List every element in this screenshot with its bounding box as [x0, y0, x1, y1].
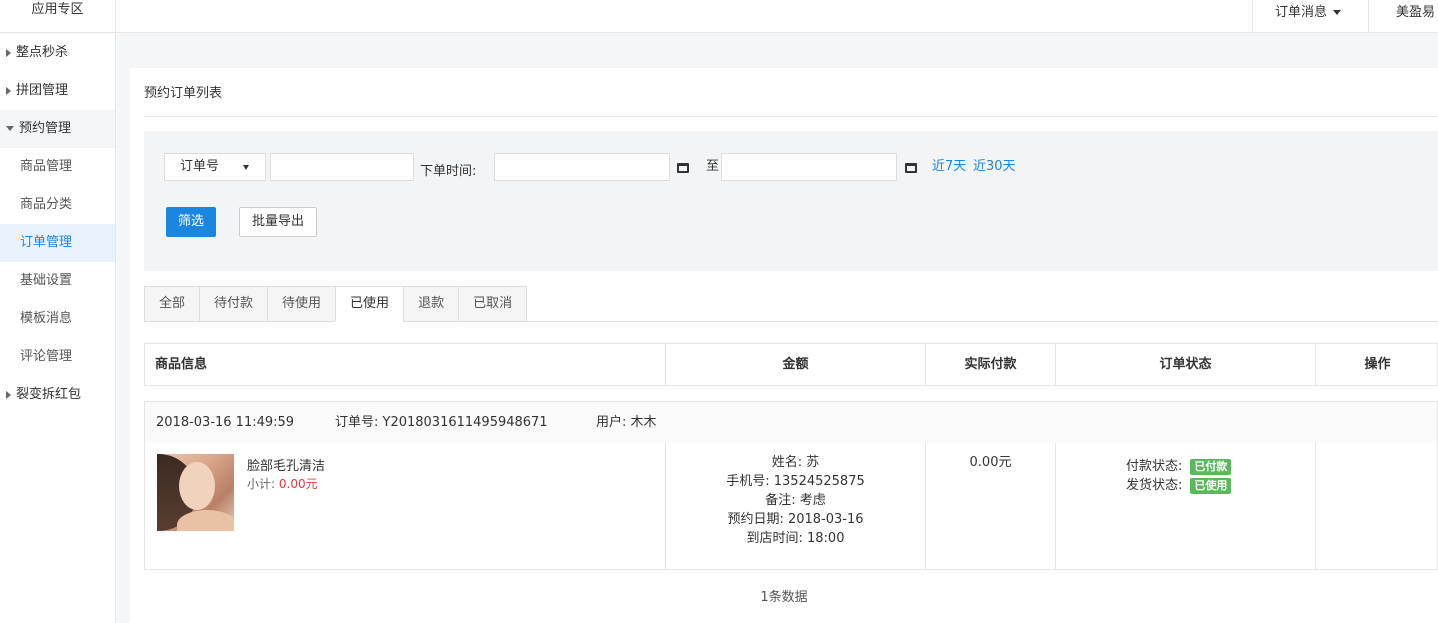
sidebar-item-flash-sale[interactable]: 整点秒杀	[0, 34, 115, 72]
start-date-input[interactable]	[494, 153, 670, 181]
sidebar-item-product-management[interactable]: 商品管理	[0, 148, 115, 186]
caret-down-icon	[6, 126, 14, 131]
ship-status-line: 发货状态: 已使用	[1126, 474, 1232, 494]
sidebar-item-label: 裂变拆红包	[16, 387, 82, 402]
status-cell: 付款状态: 已付款 发货状态: 已使用	[1056, 443, 1316, 569]
header-action: 操作	[1364, 357, 1391, 372]
ship-status-label: 发货状态:	[1126, 478, 1183, 493]
status-tabs: 全部 待付款 待使用 已使用 退款 已取消	[144, 286, 528, 322]
sidebar-item-template-messages[interactable]: 模板消息	[0, 300, 115, 338]
status-badge: 已使用	[1190, 478, 1232, 494]
last-30-days-link[interactable]: 近30天	[973, 155, 1016, 174]
product-cell: 脸部毛孔清洁 小计: 0.00元	[145, 443, 666, 569]
pay-status-label: 付款状态:	[1126, 459, 1183, 474]
record-count: 1条数据	[760, 590, 808, 605]
calendar-icon[interactable]	[905, 163, 917, 173]
tab-pending-payment[interactable]: 待付款	[199, 286, 268, 322]
sidebar-item-booking[interactable]: 预约管理	[0, 110, 115, 148]
product-subtotal: 小计: 0.00元	[247, 475, 318, 492]
select-arrow-icon	[243, 165, 249, 170]
order-row: 脸部毛孔清洁 小计: 0.00元 姓名: 苏 手机号: 13524525875 …	[144, 443, 1438, 570]
order-messages-dropdown[interactable]: 订单消息	[1252, 0, 1368, 33]
order-number: 订单号: Y2018031611495948671	[335, 415, 548, 430]
sidebar-item-product-category[interactable]: 商品分类	[0, 186, 115, 224]
header-product: 商品信息	[145, 344, 666, 385]
sidebar-item-label: 拼团管理	[16, 83, 69, 98]
product-name[interactable]: 脸部毛孔清洁	[247, 455, 325, 474]
filter-button[interactable]: 筛选	[166, 207, 216, 237]
arrival-time: 到店时间: 18:00	[746, 531, 845, 546]
customer-name: 姓名: 苏	[771, 455, 820, 470]
sidebar-item-group-buy[interactable]: 拼团管理	[0, 72, 115, 110]
caret-right-icon	[6, 86, 11, 95]
order-time-label: 下单时间:	[420, 164, 477, 179]
product-thumbnail[interactable]	[157, 454, 234, 531]
header-paid: 实际付款	[926, 344, 1056, 385]
status-badge: 已付款	[1190, 459, 1232, 475]
subtotal-value: 0.00元	[278, 477, 318, 491]
tab-pending-use[interactable]: 待使用	[267, 286, 336, 322]
customer-phone: 手机号: 13524525875	[726, 474, 865, 489]
header-status: 订单状态	[1056, 344, 1316, 385]
appointment-date: 预约日期: 2018-03-16	[727, 512, 864, 527]
main-panel: 预约订单列表 订单号 下单时间: 至 近7天 近30天 筛选 批量导出 全部 待…	[130, 68, 1438, 623]
top-bar: 应用专区 订单消息 美盈易	[0, 0, 1438, 33]
end-date-input[interactable]	[721, 153, 897, 181]
tab-used[interactable]: 已使用	[335, 286, 404, 322]
pay-status-line: 付款状态: 已付款	[1126, 455, 1232, 475]
sidebar-item-basic-settings[interactable]: 基础设置	[0, 262, 115, 300]
last-7-days-link[interactable]: 近7天	[932, 155, 966, 174]
sidebar-item-comment-management[interactable]: 评论管理	[0, 338, 115, 376]
header-amount: 金额	[666, 344, 926, 385]
user-menu[interactable]: 美盈易	[1368, 0, 1438, 33]
caret-right-icon	[6, 48, 11, 57]
order-remark: 备注: 考虑	[765, 493, 826, 508]
table-header: 商品信息 金额 实际付款 订单状态 操作	[144, 343, 1438, 386]
to-label: 至	[706, 159, 720, 174]
subtotal-label: 小计:	[247, 477, 276, 491]
order-time: 2018-03-16 11:49:59	[156, 415, 295, 430]
sidebar-item-red-packet[interactable]: 裂变拆红包	[0, 376, 115, 414]
order-header-row: 2018-03-16 11:49:59 订单号: Y20180316114959…	[144, 401, 1438, 444]
tab-cancelled[interactable]: 已取消	[458, 286, 528, 322]
search-field-select-value: 订单号	[180, 159, 220, 174]
tab-refund[interactable]: 退款	[403, 286, 459, 322]
paid-amount: 0.00元	[969, 455, 1012, 470]
search-input[interactable]	[270, 153, 414, 181]
sidebar: 整点秒杀 拼团管理 预约管理 商品管理 商品分类 订单管理 基础设置 模板消息 …	[0, 33, 116, 623]
calendar-icon[interactable]	[677, 163, 689, 173]
search-field-select[interactable]: 订单号	[164, 153, 266, 181]
page-title: 预约订单列表	[144, 86, 223, 101]
filter-box: 订单号 下单时间: 至 近7天 近30天 筛选 批量导出	[144, 131, 1438, 271]
paid-cell: 0.00元	[926, 443, 1056, 569]
app-zone-link[interactable]: 应用专区	[0, 0, 116, 33]
caret-right-icon	[6, 390, 11, 399]
divider	[144, 116, 1438, 117]
sidebar-item-label: 预约管理	[19, 121, 72, 136]
sidebar-item-order-management[interactable]: 订单管理	[0, 224, 115, 262]
action-cell	[1316, 443, 1438, 569]
batch-export-button[interactable]: 批量导出	[239, 207, 317, 237]
tab-all[interactable]: 全部	[144, 286, 200, 322]
order-messages-label: 订单消息	[1275, 5, 1328, 20]
amount-cell: 姓名: 苏 手机号: 13524525875 备注: 考虑 预约日期: 2018…	[666, 443, 926, 569]
order-user: 用户: 木木	[596, 415, 657, 430]
sidebar-item-label: 整点秒杀	[16, 45, 69, 60]
caret-down-icon	[1333, 10, 1342, 15]
